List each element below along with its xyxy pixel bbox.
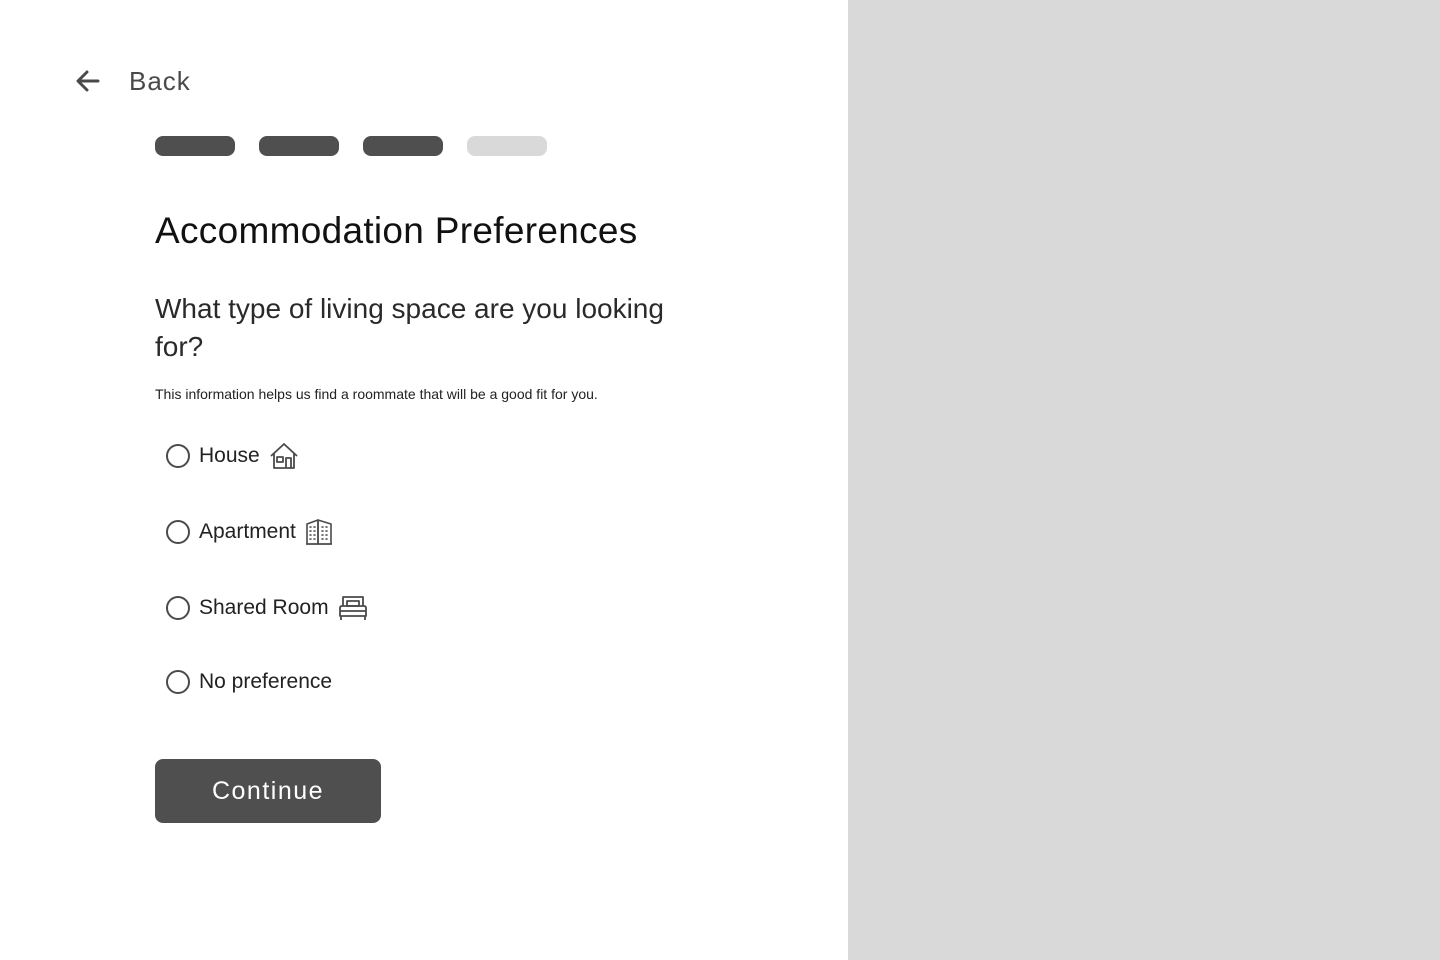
radio-apartment[interactable] [166, 520, 190, 544]
option-no-preference-label: No preference [199, 670, 333, 693]
progress-step-2 [259, 136, 339, 156]
radio-no-preference[interactable] [166, 670, 190, 694]
option-house[interactable]: House [166, 439, 299, 473]
back-button[interactable]: Back [74, 62, 191, 100]
progress-step-1 [155, 136, 235, 156]
question-heading: What type of living space are you lookin… [155, 293, 664, 362]
option-shared-room[interactable]: Shared Room [166, 591, 368, 625]
page-title: Accommodation Preferences [155, 210, 638, 251]
arrow-left-icon [74, 67, 102, 95]
option-apartment[interactable]: Apartment [166, 515, 333, 549]
progress-step-3 [363, 136, 443, 156]
option-house-label: House [199, 444, 260, 467]
helper-text: This information helps us find a roommat… [155, 386, 598, 402]
option-apartment-label: Apartment [199, 520, 296, 543]
radio-shared-room[interactable] [166, 596, 190, 620]
back-label: Back [129, 65, 191, 96]
radio-house[interactable] [166, 444, 190, 468]
continue-button[interactable]: Continue [155, 759, 381, 823]
progress-step-4 [467, 136, 547, 156]
form-panel: Back Accommodation Preferences What type… [0, 0, 848, 960]
option-shared-room-label: Shared Room [199, 596, 329, 619]
progress-steps [155, 136, 571, 156]
apartment-building-icon [305, 518, 333, 546]
option-no-preference[interactable]: No preference [166, 665, 332, 699]
side-image-placeholder [848, 0, 1440, 960]
house-icon [269, 442, 299, 470]
bed-icon [338, 595, 368, 621]
